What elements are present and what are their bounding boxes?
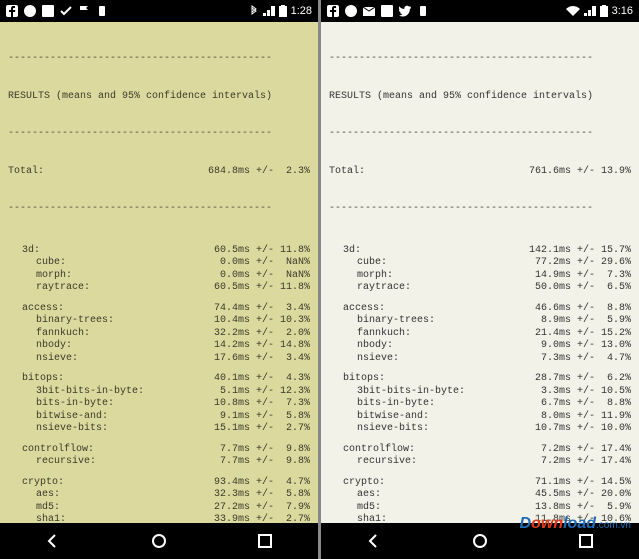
facebook-icon: [6, 5, 18, 17]
item-row: bits-in-byte:6.7ms +/- 8.8%: [329, 398, 631, 411]
wifi-icon: [566, 6, 580, 16]
twitter-icon: [399, 5, 411, 17]
divider: ----------------------------------------…: [8, 53, 310, 66]
results-header: RESULTS (means and 95% confidence interv…: [329, 91, 631, 104]
phone-right: 3:16 -----------------------------------…: [321, 0, 639, 559]
phone-left: 1:28 -----------------------------------…: [0, 0, 318, 559]
clock-left: 1:28: [291, 5, 312, 17]
total-value: 761.6ms +/- 13.9%: [529, 166, 631, 179]
flag-icon: [78, 5, 90, 17]
group-row: crypto:93.4ms +/- 4.7%: [8, 477, 310, 490]
item-row: raytrace:50.0ms +/- 6.5%: [329, 282, 631, 295]
group-row: access:46.6ms +/- 8.8%: [329, 303, 631, 316]
divider: ----------------------------------------…: [8, 128, 310, 141]
results-left[interactable]: ----------------------------------------…: [0, 22, 318, 523]
check-icon: [60, 5, 72, 17]
divider: ----------------------------------------…: [329, 203, 631, 216]
recents-icon[interactable]: [255, 531, 275, 551]
item-row: bitwise-and:9.1ms +/- 5.8%: [8, 411, 310, 424]
item-row: nsieve:7.3ms +/- 4.7%: [329, 353, 631, 366]
signal-icon: [263, 6, 275, 16]
messenger-icon: [24, 5, 36, 17]
total-row: Total: 761.6ms +/- 13.9%: [329, 166, 631, 179]
group-row: access:74.4ms +/- 3.4%: [8, 303, 310, 316]
statusbar-left: 1:28: [0, 0, 318, 22]
item-row: nsieve-bits:10.7ms +/- 10.0%: [329, 423, 631, 436]
item-row: bitwise-and:8.0ms +/- 11.9%: [329, 411, 631, 424]
item-row: 3bit-bits-in-byte:5.1ms +/- 12.3%: [8, 386, 310, 399]
groups-right: 3d:142.1ms +/- 15.7%cube:77.2ms +/- 29.6…: [329, 245, 631, 524]
group-row: controlflow:7.7ms +/- 9.8%: [8, 444, 310, 457]
back-icon[interactable]: [364, 531, 384, 551]
messenger-icon: [345, 5, 357, 17]
image-icon: [381, 5, 393, 17]
item-row: binary-trees:10.4ms +/- 10.3%: [8, 315, 310, 328]
divider: ----------------------------------------…: [8, 203, 310, 216]
item-row: cube:77.2ms +/- 29.6%: [329, 257, 631, 270]
item-row: fannkuch:32.2ms +/- 2.0%: [8, 328, 310, 341]
battery-icon: [279, 5, 287, 17]
item-row: aes:32.3ms +/- 5.8%: [8, 489, 310, 502]
total-label: Total:: [8, 166, 44, 179]
phone-icon: [417, 5, 429, 17]
signal-icon: [584, 6, 596, 16]
item-row: 3bit-bits-in-byte:3.3ms +/- 10.5%: [329, 386, 631, 399]
item-row: nbody:14.2ms +/- 14.8%: [8, 340, 310, 353]
item-row: nbody:9.0ms +/- 13.0%: [329, 340, 631, 353]
item-row: nsieve:17.6ms +/- 3.4%: [8, 353, 310, 366]
navbar-left: [0, 523, 318, 559]
divider: ----------------------------------------…: [329, 128, 631, 141]
item-row: md5:27.2ms +/- 7.9%: [8, 502, 310, 515]
item-row: morph:14.9ms +/- 7.3%: [329, 270, 631, 283]
group-row: 3d:142.1ms +/- 15.7%: [329, 245, 631, 258]
results-header: RESULTS (means and 95% confidence interv…: [8, 91, 310, 104]
phone-icon: [96, 5, 108, 17]
item-row: sha1:11.8ms +/- 10.6%: [329, 514, 631, 523]
recents-icon[interactable]: [576, 531, 596, 551]
battery-icon: [600, 5, 608, 17]
total-label: Total:: [329, 166, 365, 179]
item-row: raytrace:60.5ms +/- 11.8%: [8, 282, 310, 295]
item-row: cube:0.0ms +/- NaN%: [8, 257, 310, 270]
total-value: 684.8ms +/- 2.3%: [208, 166, 310, 179]
group-row: 3d:60.5ms +/- 11.8%: [8, 245, 310, 258]
item-row: recursive:7.7ms +/- 9.8%: [8, 456, 310, 469]
item-row: recursive:7.2ms +/- 17.4%: [329, 456, 631, 469]
navbar-right: [321, 523, 639, 559]
item-row: sha1:33.9ms +/- 2.7%: [8, 514, 310, 523]
item-row: nsieve-bits:15.1ms +/- 2.7%: [8, 423, 310, 436]
item-row: aes:45.5ms +/- 20.0%: [329, 489, 631, 502]
item-row: md5:13.8ms +/- 5.9%: [329, 502, 631, 515]
item-row: morph:0.0ms +/- NaN%: [8, 270, 310, 283]
group-row: bitops:40.1ms +/- 4.3%: [8, 373, 310, 386]
facebook-icon: [327, 5, 339, 17]
bluetooth-icon: [249, 5, 259, 17]
divider: ----------------------------------------…: [329, 53, 631, 66]
group-row: crypto:71.1ms +/- 14.5%: [329, 477, 631, 490]
clock-right: 3:16: [612, 5, 633, 17]
image-icon: [42, 5, 54, 17]
item-row: fannkuch:21.4ms +/- 15.2%: [329, 328, 631, 341]
groups-left: 3d:60.5ms +/- 11.8%cube:0.0ms +/- NaN%mo…: [8, 245, 310, 524]
total-row: Total: 684.8ms +/- 2.3%: [8, 166, 310, 179]
item-row: binary-trees:8.9ms +/- 5.9%: [329, 315, 631, 328]
back-icon[interactable]: [43, 531, 63, 551]
results-right[interactable]: ----------------------------------------…: [321, 22, 639, 523]
group-row: controlflow:7.2ms +/- 17.4%: [329, 444, 631, 457]
item-row: bits-in-byte:10.8ms +/- 7.3%: [8, 398, 310, 411]
home-icon[interactable]: [149, 531, 169, 551]
group-row: bitops:28.7ms +/- 6.2%: [329, 373, 631, 386]
statusbar-right: 3:16: [321, 0, 639, 22]
mail-icon: [363, 5, 375, 17]
home-icon[interactable]: [470, 531, 490, 551]
